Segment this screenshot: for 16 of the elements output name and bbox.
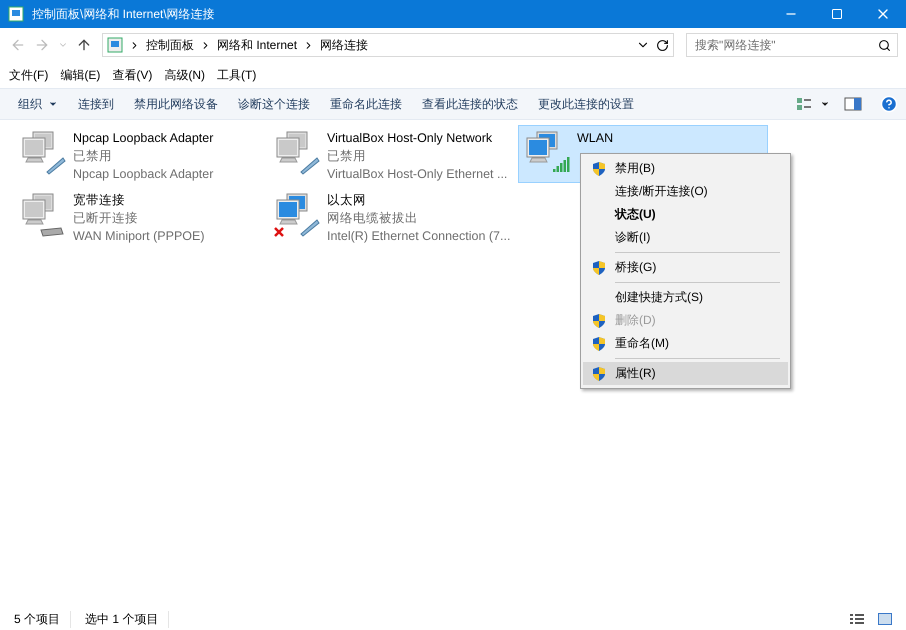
connection-status: 已禁用	[73, 148, 113, 165]
connection-name: Npcap Loopback Adapter	[73, 130, 214, 147]
device-name: WAN Miniport (PPPOE)	[73, 228, 205, 245]
connection-name: VirtualBox Host-Only Network	[327, 130, 494, 147]
window-title: 控制面板\网络和 Internet\网络连接	[32, 6, 216, 22]
status-text: 5 个项目	[14, 610, 72, 628]
connection-status: 网络电缆被拔出	[327, 210, 419, 227]
device-name: Npcap Loopback Adapter	[73, 166, 214, 183]
connection-status: 已断开连接	[73, 210, 139, 227]
connection-name: WLAN	[577, 130, 614, 147]
connection-name: 宽带连接	[73, 192, 126, 209]
connection-name: 以太网	[327, 192, 367, 209]
connection-status: 已禁用	[327, 148, 367, 165]
device-name: VirtualBox Host-Only Ethernet ...	[327, 166, 508, 183]
device-name: Intel(R) Ethernet Connection (7...	[327, 228, 510, 245]
status-text: 选中 1 个项目	[85, 610, 170, 628]
